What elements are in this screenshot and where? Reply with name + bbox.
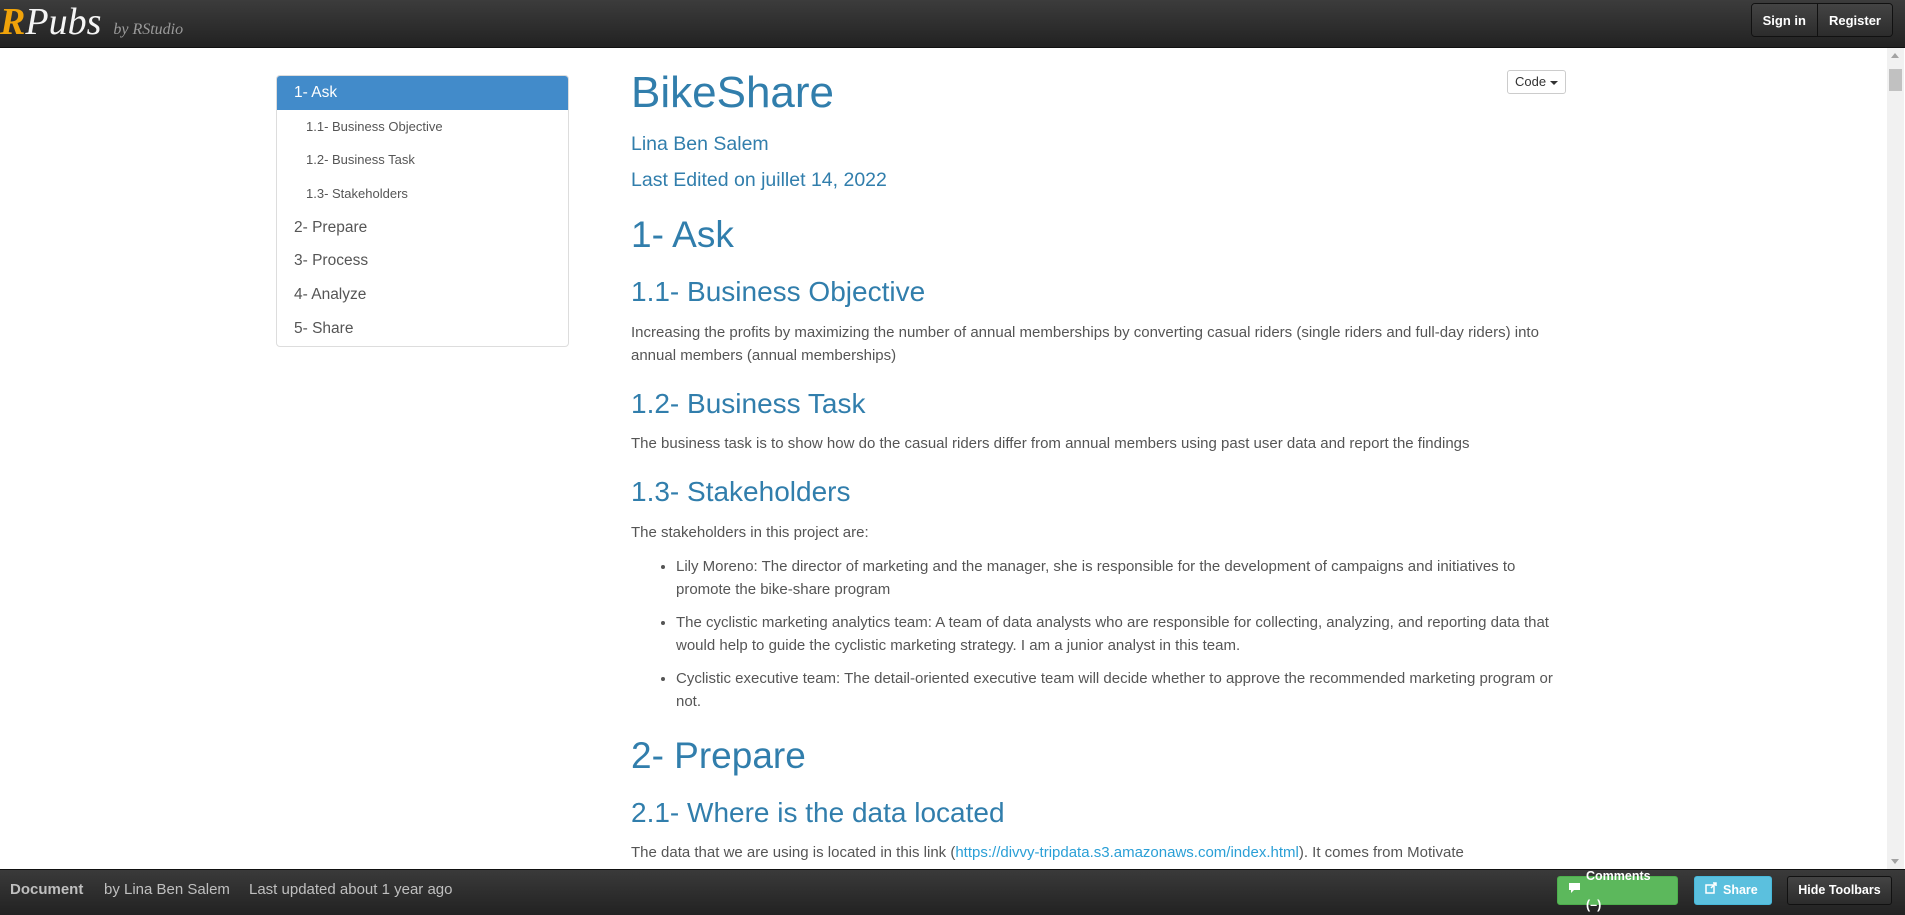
heading-business-objective: 1.1- Business Objective <box>631 276 926 307</box>
caret-down-icon <box>1550 80 1559 85</box>
data-location-text: The data that we are using is located in… <box>631 841 1566 864</box>
toc-item-business-task[interactable]: 1.2- Business Task <box>277 143 568 177</box>
share-button[interactable]: Share <box>1694 876 1772 905</box>
document-title: BikeShare <box>631 68 835 117</box>
hide-toolbars-button[interactable]: Hide Toolbars <box>1787 876 1892 905</box>
list-item: Cyclistic executive team: The detail-ori… <box>676 667 1566 713</box>
vertical-scrollbar[interactable] <box>1887 48 1904 869</box>
logo-by-rstudio: by RStudio <box>113 21 184 38</box>
document-author: Lina Ben Salem <box>631 133 769 155</box>
data-location-text-after: ). It comes from Motivate <box>1298 844 1464 861</box>
heading-ask: 1- Ask <box>631 214 734 255</box>
auth-button-group: Sign in Register <box>1750 3 1893 37</box>
toc-item-share[interactable]: 5- Share <box>277 312 568 346</box>
list-item: Lily Moreno: The director of marketing a… <box>676 555 1566 601</box>
scrollbar-thumb[interactable] <box>1889 69 1902 91</box>
rpubs-logo[interactable]: R Pubs by RStudio <box>0 0 183 48</box>
heading-business-task: 1.2- Business Task <box>631 388 866 419</box>
share-label: Share <box>1723 883 1758 897</box>
comment-icon <box>1568 876 1581 905</box>
toc-item-ask[interactable]: 1- Ask <box>277 76 568 110</box>
heading-data-location: 2.1- Where is the data located <box>631 797 1005 828</box>
comments-button[interactable]: Comments (–) <box>1557 869 1678 912</box>
business-task-text: The business task is to show how do the … <box>631 435 1470 452</box>
toc-item-prepare[interactable]: 2- Prepare <box>277 211 568 245</box>
sign-in-button[interactable]: Sign in <box>1751 4 1818 36</box>
code-dropdown-button[interactable]: Code <box>1507 70 1567 94</box>
register-button[interactable]: Register <box>1817 4 1892 36</box>
toc-item-analyze[interactable]: 4- Analyze <box>277 278 568 312</box>
toc-item-stakeholders[interactable]: 1.3- Stakeholders <box>277 177 568 211</box>
business-objective-text: Increasing the profits by maximizing the… <box>631 324 1539 364</box>
heading-stakeholders: 1.3- Stakeholders <box>631 476 851 507</box>
scroll-down-icon[interactable] <box>1891 859 1899 864</box>
divvy-tripdata-link[interactable]: https://divvy-tripdata.s3.amazonaws.com/… <box>955 844 1298 861</box>
comments-label: Comments (–) <box>1586 868 1651 912</box>
share-icon <box>1705 876 1718 905</box>
document-date: Last Edited on juillet 14, 2022 <box>631 169 887 191</box>
stakeholders-list: Lily Moreno: The director of marketing a… <box>631 555 1566 723</box>
logo-pubs: Pubs <box>25 1 102 43</box>
top-navbar: R Pubs by RStudio Sign in Register <box>0 0 1905 48</box>
toc-item-process[interactable]: 3- Process <box>277 244 568 278</box>
document-byline: by Lina Ben Salem <box>104 881 230 898</box>
logo-r: R <box>0 1 26 43</box>
stakeholders-intro: The stakeholders in this project are: <box>631 524 869 541</box>
table-of-contents: 1- Ask 1.1- Business Objective 1.2- Busi… <box>276 75 569 347</box>
code-button-label: Code <box>1515 74 1547 89</box>
heading-prepare: 2- Prepare <box>631 735 806 776</box>
list-item: The cyclistic marketing analytics team: … <box>676 611 1566 657</box>
bottom-toolbar: Document by Lina Ben Salem Last updated … <box>0 869 1905 915</box>
toc-item-business-objective[interactable]: 1.1- Business Objective <box>277 110 568 144</box>
last-updated: Last updated about 1 year ago <box>249 881 453 898</box>
document-label: Document <box>10 881 84 898</box>
scroll-up-icon[interactable] <box>1891 53 1899 58</box>
data-location-text-before: The data that we are using is located in… <box>631 844 956 861</box>
